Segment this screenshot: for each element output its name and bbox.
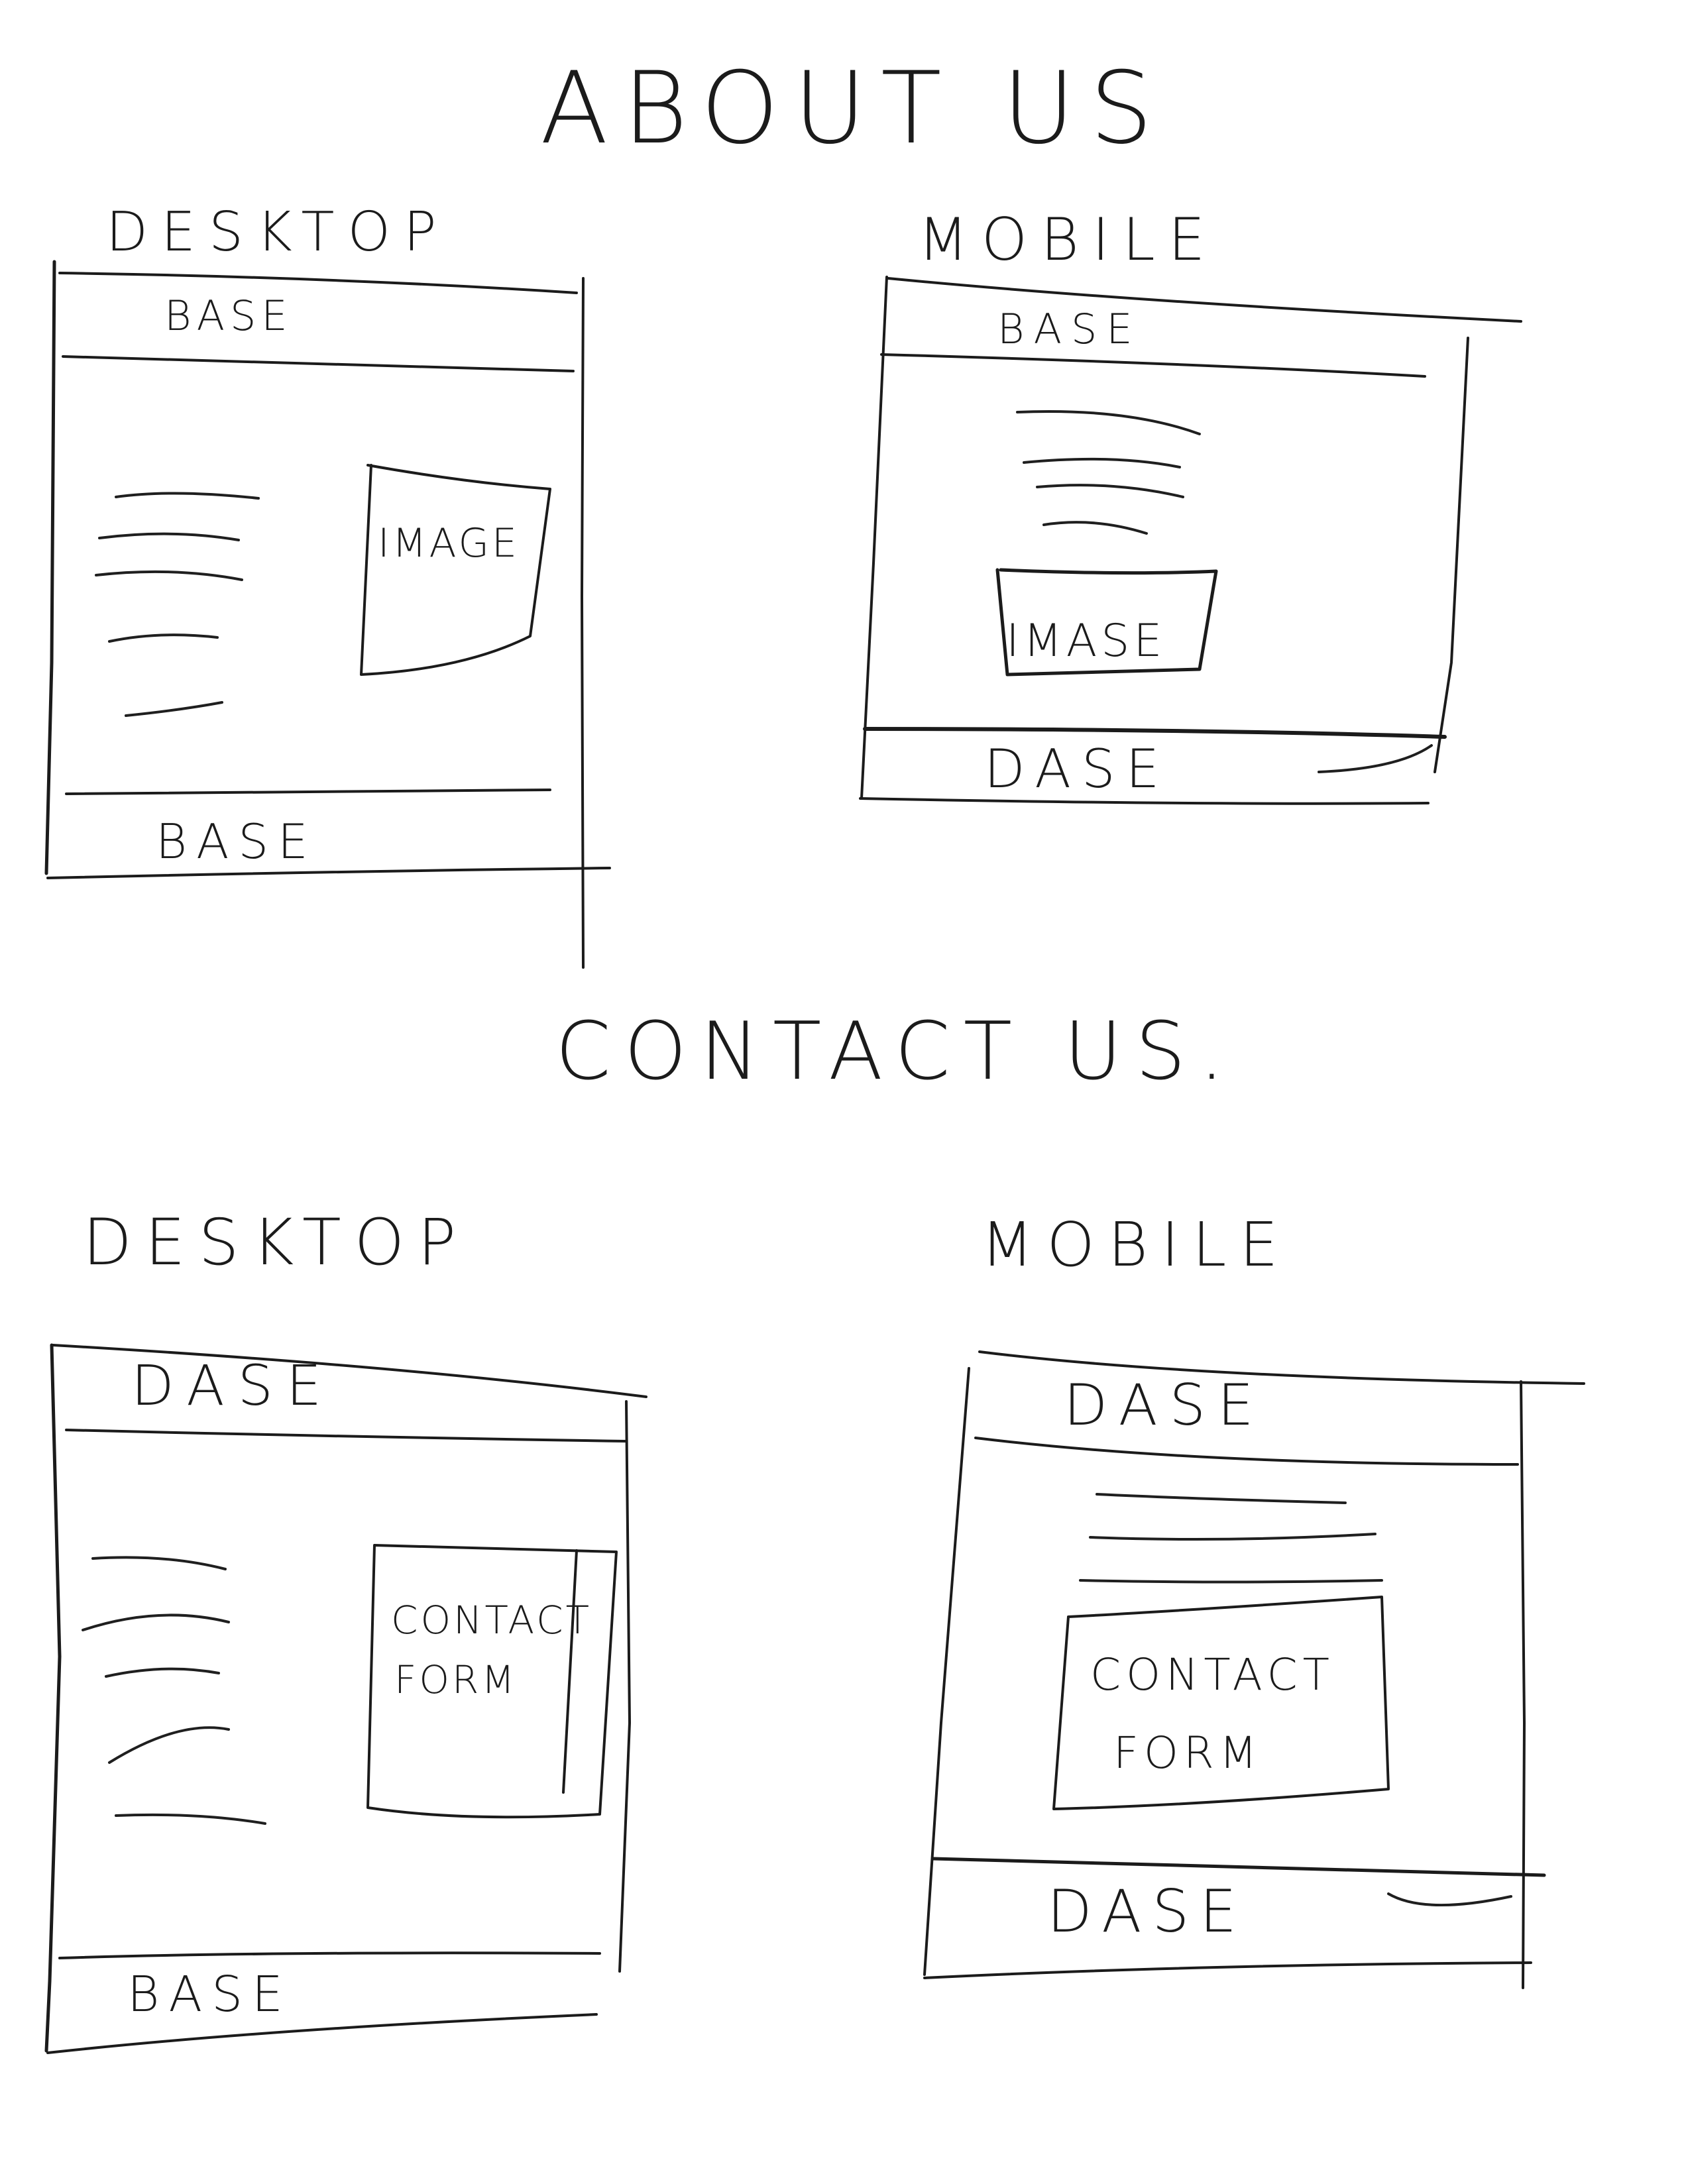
contact-desktop-form-inner-line <box>562 1549 578 1794</box>
contact-desktop-wireframe: DESKTOP DASE CONTACT FORM BASE <box>44 1205 647 2054</box>
about-mobile-label: MOBILE <box>918 205 1218 274</box>
text-line <box>91 1556 227 1570</box>
about-desktop-left-edge <box>44 260 56 875</box>
contact-desktop-header-label: DASE <box>131 1353 335 1418</box>
text-line <box>1036 484 1184 498</box>
about-desktop-image-box <box>360 464 551 676</box>
contact-mobile-right-edge <box>1520 1380 1526 1989</box>
text-line <box>95 570 243 581</box>
about-desktop-right-edge <box>581 277 585 969</box>
about-mobile-top-edge <box>887 277 1522 323</box>
text-line <box>1042 521 1148 535</box>
contact-mobile-footer-divider <box>931 1857 1546 1877</box>
about-desktop-top-edge <box>58 272 578 294</box>
about-mobile-image-label: IMASE <box>1006 615 1166 667</box>
contact-desktop-label: DESKTOP <box>83 1205 469 1280</box>
text-line <box>82 1613 230 1631</box>
contact-desktop-form-label-line2: FORM <box>394 1657 517 1702</box>
about-mobile-header-label: BASE <box>997 305 1142 353</box>
about-mobile-footer-divider <box>863 727 1447 739</box>
contact-mobile-wireframe: MOBILE DASE CONTACT FORM DASE <box>923 1209 1585 1989</box>
text-line <box>115 1813 266 1825</box>
contact-mobile-form-label-line1: CONTACT <box>1090 1649 1335 1700</box>
about-desktop-image-label: IMAGE <box>378 520 520 567</box>
text-line <box>105 1667 220 1678</box>
contact-desktop-footer-label: BASE <box>127 1966 292 2023</box>
about-desktop-wireframe: DESKTOP BASE IMAGE BASE <box>44 201 611 969</box>
scribble-mark <box>1318 744 1433 773</box>
contact-desktop-right-edge <box>618 1400 631 1973</box>
text-line <box>108 1726 230 1764</box>
text-line <box>108 633 219 643</box>
about-desktop-bottom-edge <box>46 867 611 879</box>
scribble-mark <box>1387 1892 1512 1906</box>
about-mobile-header-divider <box>880 353 1426 378</box>
about-desktop-label: DESKTOP <box>106 201 450 264</box>
about-mobile-wireframe: MOBILE BASE IMASE DASE <box>859 205 1522 805</box>
section-title-about-us: ABOUT US <box>540 51 1167 166</box>
about-desktop-footer-label: BASE <box>156 814 317 869</box>
wireframe-sketch-sheet: ABOUT US DESKTOP BASE IMAGE BASE MOBILE … <box>44 51 1585 2054</box>
about-mobile-footer-label: DASE <box>984 738 1170 800</box>
about-desktop-header-label: BASE <box>164 292 293 340</box>
text-line <box>1079 1579 1383 1584</box>
contact-desktop-left-edge <box>44 1343 62 2053</box>
text-line <box>98 532 240 541</box>
contact-desktop-form-label-line1: CONTACT <box>391 1598 592 1643</box>
text-line <box>125 701 223 717</box>
contact-mobile-bottom-edge <box>923 1961 1532 1979</box>
text-line <box>1096 1493 1347 1504</box>
text-line <box>1016 410 1201 435</box>
text-line <box>115 492 260 500</box>
about-desktop-header-divider <box>62 355 575 372</box>
contact-mobile-form-label-line2: FORM <box>1113 1727 1263 1778</box>
contact-desktop-footer-divider <box>58 1951 601 1959</box>
contact-mobile-header-label: DASE <box>1064 1372 1265 1439</box>
contact-mobile-header-divider <box>974 1437 1519 1466</box>
about-desktop-footer-divider <box>65 789 551 795</box>
contact-mobile-footer-label: DASE <box>1047 1877 1247 1945</box>
text-line <box>1023 457 1181 468</box>
section-title-contact-us: CONTACT US. <box>555 1006 1237 1098</box>
contact-desktop-header-divider <box>65 1429 628 1443</box>
about-mobile-right-edge <box>1433 337 1469 773</box>
text-line <box>1089 1533 1377 1541</box>
contact-mobile-label: MOBILE <box>981 1209 1292 1280</box>
contact-mobile-left-edge <box>923 1367 970 1976</box>
